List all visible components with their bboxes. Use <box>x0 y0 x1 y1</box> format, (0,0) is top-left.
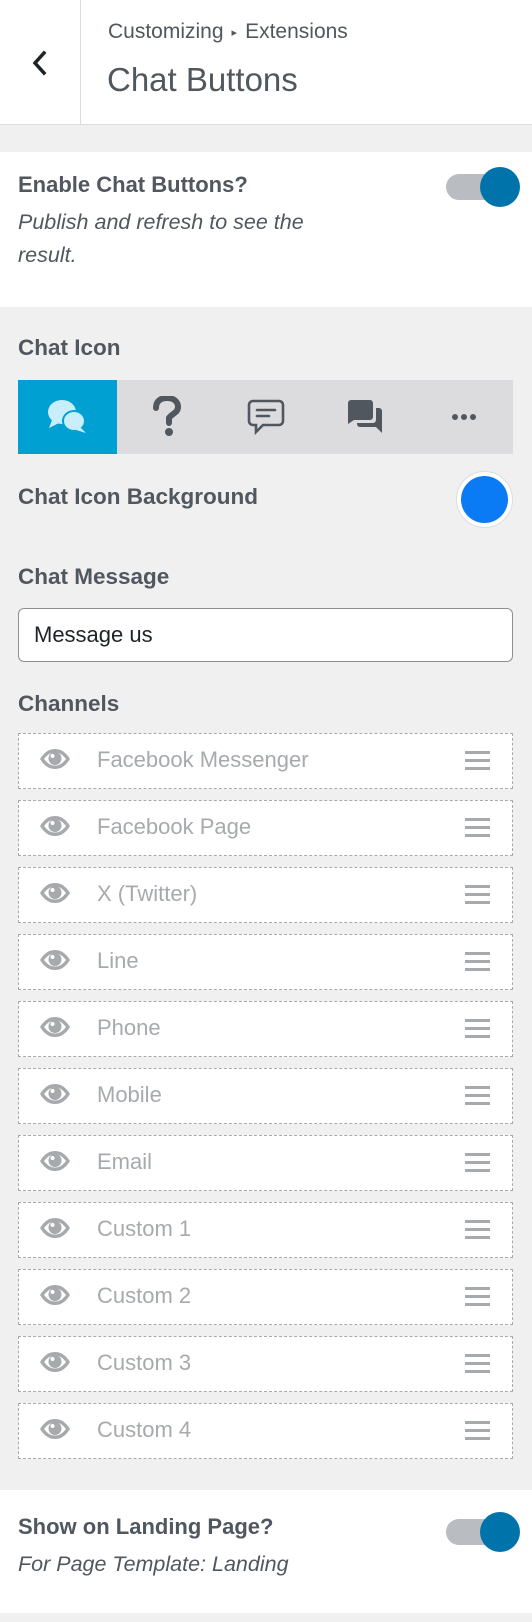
drag-handle-icon[interactable] <box>465 818 490 838</box>
visibility-toggle[interactable] <box>39 748 71 775</box>
channel-name: Custom 4 <box>97 1417 192 1442</box>
page-title: Chat Buttons <box>107 61 298 98</box>
chat-icon-option-conversation[interactable] <box>315 380 414 454</box>
chat-message-input[interactable] <box>18 608 513 662</box>
drag-handle-icon[interactable] <box>465 1421 490 1441</box>
channel-row[interactable]: Custom 1 <box>18 1202 513 1258</box>
channel-name: Phone <box>97 1015 161 1040</box>
eye-icon <box>40 1084 70 1104</box>
chevron-left-icon <box>32 50 47 75</box>
back-button[interactable] <box>0 0 81 125</box>
visibility-toggle[interactable] <box>39 882 71 909</box>
color-preview <box>461 476 508 523</box>
visibility-toggle[interactable] <box>39 815 71 842</box>
comment-lines-icon <box>247 399 284 435</box>
visibility-toggle[interactable] <box>39 1284 71 1311</box>
channel-row[interactable]: Facebook Page <box>18 800 513 856</box>
channel-name: Facebook Messenger <box>97 747 309 772</box>
enable-chat-buttons-description: Publish and refresh to see the result. <box>18 210 304 267</box>
channel-name: Custom 3 <box>97 1350 192 1375</box>
eye-icon <box>40 1352 70 1372</box>
channel-name: X (Twitter) <box>97 881 198 906</box>
panel-header: Customizing ▸ Extensions Chat Buttons <box>0 0 532 125</box>
eye-icon <box>40 1285 70 1305</box>
visibility-toggle[interactable] <box>39 1418 71 1445</box>
channel-name: Email <box>97 1149 153 1174</box>
breadcrumb-separator-icon: ▸ <box>231 27 238 39</box>
drag-handle-icon[interactable] <box>465 1019 490 1039</box>
breadcrumb: Customizing ▸ Extensions <box>108 20 348 44</box>
eye-icon <box>40 883 70 903</box>
show-on-landing-toggle[interactable] <box>446 1512 522 1552</box>
enable-chat-buttons-section: Enable Chat Buttons? Publish and refresh… <box>0 152 532 307</box>
chat-icon-option-more[interactable] <box>414 380 513 454</box>
chat-icon-background-label: Chat Icon Background <box>18 484 259 509</box>
show-on-landing-description: For Page Template: Landing <box>18 1552 289 1576</box>
chat-message-label: Chat Message <box>18 564 170 589</box>
enable-chat-buttons-label: Enable Chat Buttons? <box>18 172 248 197</box>
chat-icon-picker <box>18 380 513 454</box>
channel-name: Facebook Page <box>97 814 252 839</box>
drag-handle-icon[interactable] <box>465 885 490 905</box>
visibility-toggle[interactable] <box>39 1016 71 1043</box>
breadcrumb-root: Customizing <box>108 20 224 43</box>
channel-name: Mobile <box>97 1082 162 1107</box>
chat-icon-option-bubbles[interactable] <box>18 380 117 454</box>
drag-handle-icon[interactable] <box>465 751 490 771</box>
drag-handle-icon[interactable] <box>465 1086 490 1106</box>
channel-name: Custom 2 <box>97 1283 192 1308</box>
channels-list: Facebook Messenger Facebook Page X (Twitte… <box>18 733 513 1470</box>
drag-handle-icon[interactable] <box>465 1354 490 1374</box>
visibility-toggle[interactable] <box>39 1150 71 1177</box>
channel-row[interactable]: Custom 2 <box>18 1269 513 1325</box>
channel-row[interactable]: Custom 3 <box>18 1336 513 1392</box>
visibility-toggle[interactable] <box>39 949 71 976</box>
show-on-landing-label: Show on Landing Page? <box>18 1514 274 1539</box>
ellipsis-icon <box>451 414 476 420</box>
eye-icon <box>40 950 70 970</box>
drag-handle-icon[interactable] <box>465 1287 490 1307</box>
chat-bubbles-icon <box>47 400 86 433</box>
conversation-icon <box>347 400 382 433</box>
channel-row[interactable]: X (Twitter) <box>18 867 513 923</box>
channel-row[interactable]: Phone <box>18 1001 513 1057</box>
eye-icon <box>40 1419 70 1439</box>
channel-row[interactable]: Custom 4 <box>18 1403 513 1459</box>
channel-row[interactable]: Line <box>18 934 513 990</box>
chat-icon-background-color-picker[interactable] <box>456 471 513 528</box>
toggle-knob <box>480 1512 520 1552</box>
channel-row[interactable]: Mobile <box>18 1068 513 1124</box>
chat-icon-option-question[interactable] <box>117 380 216 454</box>
channel-row[interactable]: Email <box>18 1135 513 1191</box>
toggle-knob <box>480 167 520 207</box>
eye-icon <box>40 1151 70 1171</box>
eye-icon <box>40 1017 70 1037</box>
channel-row[interactable]: Facebook Messenger <box>18 733 513 789</box>
drag-handle-icon[interactable] <box>465 1153 490 1173</box>
channel-name: Custom 1 <box>97 1216 192 1241</box>
drag-handle-icon[interactable] <box>465 952 490 972</box>
eye-icon <box>40 1218 70 1238</box>
visibility-toggle[interactable] <box>39 1217 71 1244</box>
eye-icon <box>40 749 70 769</box>
chat-icon-label: Chat Icon <box>18 335 121 360</box>
show-on-landing-section: Show on Landing Page? For Page Template:… <box>0 1490 532 1613</box>
chat-icon-option-comment[interactable] <box>216 380 315 454</box>
drag-handle-icon[interactable] <box>465 1220 490 1240</box>
question-mark-icon <box>152 396 181 436</box>
channel-name: Line <box>97 948 139 973</box>
eye-icon <box>40 816 70 836</box>
breadcrumb-parent: Extensions <box>245 20 348 43</box>
visibility-toggle[interactable] <box>39 1083 71 1110</box>
visibility-toggle[interactable] <box>39 1351 71 1378</box>
channels-label: Channels <box>18 691 120 716</box>
enable-chat-buttons-toggle[interactable] <box>446 167 522 207</box>
